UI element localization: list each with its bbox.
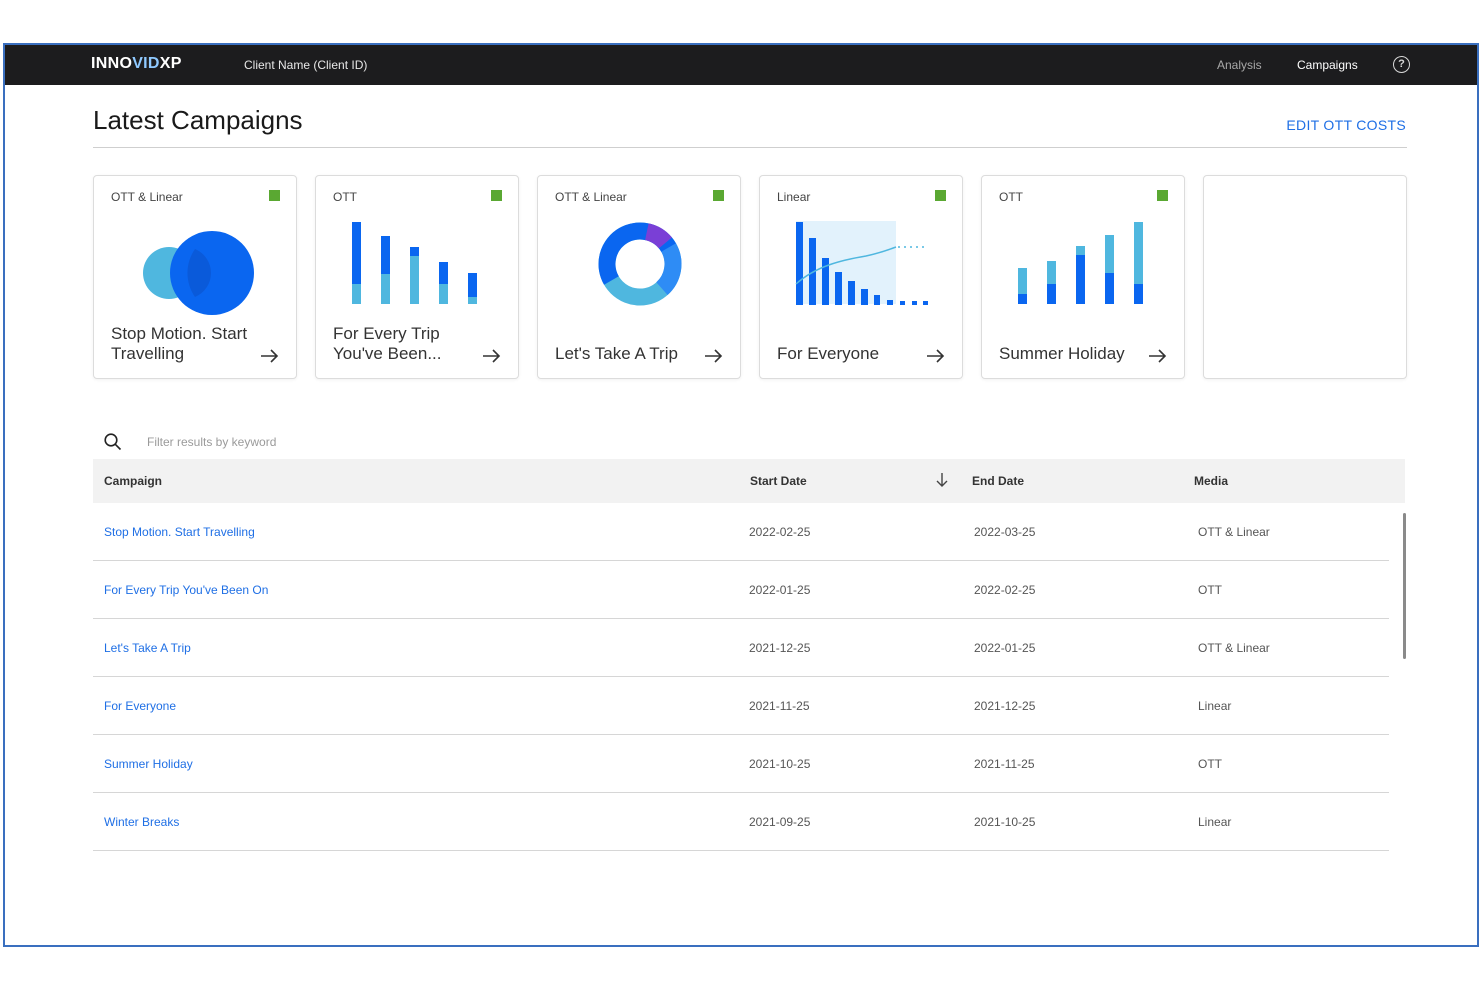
campaign-link[interactable]: Winter Breaks <box>104 815 179 829</box>
campaign-card[interactable]: OTT For Every Trip You've Been... <box>315 175 519 379</box>
campaign-card[interactable]: OTT Summer Holiday <box>981 175 1185 379</box>
card-campaign-name: Let's Take A Trip <box>555 344 678 363</box>
start-date-cell: 2021-12-25 <box>749 641 811 655</box>
table-header: Campaign Start Date End Date Media <box>93 459 1405 503</box>
column-header-media[interactable]: Media <box>1194 474 1228 488</box>
start-date-cell: 2021-11-25 <box>749 699 810 713</box>
status-indicator <box>269 190 280 201</box>
stacked-bar-chart-thumbnail <box>1018 222 1143 304</box>
status-indicator <box>1157 190 1168 201</box>
client-name: Client Name (Client ID) <box>244 58 368 72</box>
arrow-right-icon[interactable] <box>260 348 280 364</box>
stacked-bar-chart-thumbnail <box>352 222 477 304</box>
card-campaign-name: Stop Motion. Start Travelling <box>111 324 248 363</box>
campaign-link[interactable]: For Everyone <box>104 699 176 713</box>
donut-chart-thumbnail <box>598 222 682 306</box>
media-cell: OTT & Linear <box>1198 525 1270 539</box>
empty-campaign-card <box>1203 175 1407 379</box>
edit-ott-costs-link[interactable]: EDIT OTT COSTS <box>1286 117 1406 133</box>
status-indicator <box>713 190 724 201</box>
column-header-end-date[interactable]: End Date <box>972 474 1024 488</box>
campaign-link[interactable]: For Every Trip You've Been On <box>104 583 268 597</box>
campaigns-table: Campaign Start Date End Date Media Stop … <box>93 459 1405 851</box>
campaign-link[interactable]: Stop Motion. Start Travelling <box>104 525 255 539</box>
card-campaign-name: For Everyone <box>777 344 880 363</box>
media-cell: OTT <box>1198 583 1222 597</box>
arrow-down-icon[interactable] <box>935 472 949 488</box>
campaign-card[interactable]: OTT & Linear Stop Motion. Start Travelli… <box>93 175 297 379</box>
end-date-cell: 2022-01-25 <box>974 641 1036 655</box>
end-date-cell: 2022-02-25 <box>974 583 1036 597</box>
status-indicator <box>935 190 946 201</box>
card-media-label: OTT <box>333 190 357 204</box>
start-date-cell: 2021-10-25 <box>749 757 811 771</box>
card-campaign-name: Summer Holiday <box>999 344 1125 363</box>
table-scrollbar[interactable] <box>1403 513 1406 659</box>
start-date-cell: 2022-01-25 <box>749 583 811 597</box>
end-date-cell: 2022-03-25 <box>974 525 1036 539</box>
card-media-label: OTT & Linear <box>111 190 183 204</box>
title-divider <box>93 147 1407 148</box>
media-cell: Linear <box>1198 815 1232 829</box>
arrow-right-icon[interactable] <box>482 348 502 364</box>
table-row[interactable]: Summer Holiday 2021-10-25 2021-11-25 OTT <box>93 735 1389 793</box>
media-cell: Linear <box>1198 699 1232 713</box>
campaign-card[interactable]: Linear For Everyone <box>759 175 963 379</box>
campaign-card[interactable]: OTT & Linear Let's Take A Trip <box>537 175 741 379</box>
card-campaign-name: For Every Trip You've Been... <box>333 324 442 363</box>
card-media-label: OTT <box>999 190 1023 204</box>
bar-trend-chart-thumbnail <box>795 221 928 305</box>
table-row[interactable]: For Everyone 2021-11-25 2021-12-25 Linea… <box>93 677 1389 735</box>
end-date-cell: 2021-11-25 <box>974 757 1035 771</box>
top-navigation-bar: INNOVIDXP Client Name (Client ID) Analys… <box>5 45 1477 85</box>
search-input[interactable] <box>147 430 547 454</box>
end-date-cell: 2021-12-25 <box>974 699 1036 713</box>
campaign-link[interactable]: Summer Holiday <box>104 757 193 771</box>
nav-analysis[interactable]: Analysis <box>1217 58 1262 72</box>
arrow-right-icon[interactable] <box>926 348 946 364</box>
arrow-right-icon[interactable] <box>704 348 724 364</box>
media-cell: OTT & Linear <box>1198 641 1270 655</box>
campaign-link[interactable]: Let's Take A Trip <box>104 641 191 655</box>
start-date-cell: 2021-09-25 <box>749 815 811 829</box>
table-row[interactable]: Let's Take A Trip 2021-12-25 2022-01-25 … <box>93 619 1389 677</box>
app-window: INNOVIDXP Client Name (Client ID) Analys… <box>3 43 1479 947</box>
venn-chart-thumbnail <box>143 231 254 315</box>
nav-campaigns[interactable]: Campaigns <box>1297 58 1358 72</box>
search-icon <box>104 433 122 451</box>
start-date-cell: 2022-02-25 <box>749 525 811 539</box>
help-icon[interactable]: ? <box>1393 56 1410 73</box>
card-media-label: Linear <box>777 190 811 204</box>
table-row[interactable]: For Every Trip You've Been On 2022-01-25… <box>93 561 1389 619</box>
brand-logo[interactable]: INNOVIDXP <box>91 55 182 73</box>
column-header-start-date[interactable]: Start Date <box>750 474 807 488</box>
page-title: Latest Campaigns <box>93 105 303 135</box>
table-row[interactable]: Winter Breaks 2021-09-25 2021-10-25 Line… <box>93 793 1389 851</box>
end-date-cell: 2021-10-25 <box>974 815 1036 829</box>
media-cell: OTT <box>1198 757 1222 771</box>
table-row[interactable]: Stop Motion. Start Travelling 2022-02-25… <box>93 503 1389 561</box>
column-header-campaign[interactable]: Campaign <box>104 474 162 488</box>
status-indicator <box>491 190 502 201</box>
arrow-right-icon[interactable] <box>1148 348 1168 364</box>
card-media-label: OTT & Linear <box>555 190 627 204</box>
